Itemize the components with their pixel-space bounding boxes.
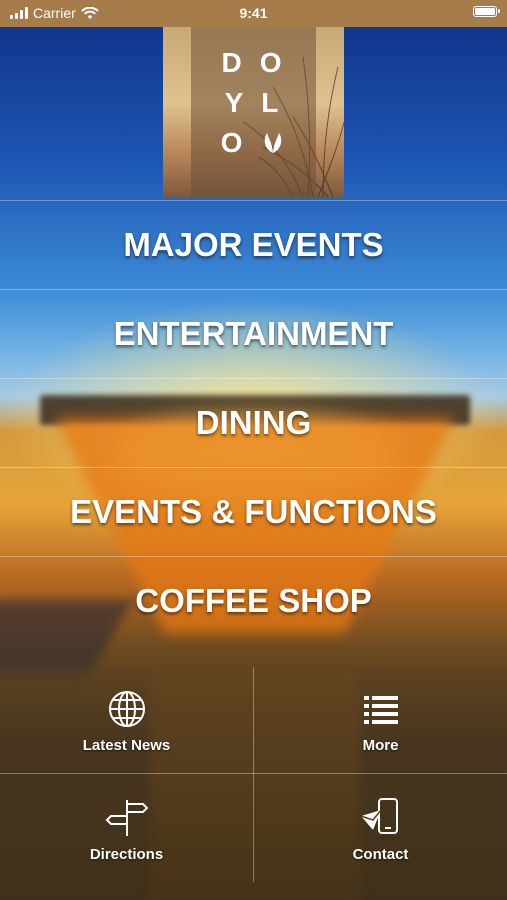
main-menu: MAJOR EVENTS ENTERTAINMENT DINING EVENTS… [0,200,507,645]
globe-icon [108,691,145,727]
tile-more[interactable]: More [254,667,507,773]
menu-item-dining[interactable]: DINING [0,378,507,467]
menu-item-coffee-shop[interactable]: COFFEE SHOP [0,556,507,645]
leaf-icon [265,133,282,153]
status-bar: Carrier 9:41 [0,0,507,27]
tile-label: Contact [352,846,409,863]
tile-label: More [362,737,399,754]
quick-links-grid: Latest News More Directions Contact [0,667,507,900]
menu-item-entertainment[interactable]: ENTERTAINMENT [0,289,507,378]
doylo-logo: DO YL O [163,27,344,197]
app-screen: Carrier 9:41 DO YL O MAJOR EVENTS ENTERT… [0,0,507,900]
menu-item-major-events[interactable]: MAJOR EVENTS [0,200,507,289]
tile-latest-news[interactable]: Latest News [0,667,253,773]
status-time: 9:41 [239,5,268,21]
list-icon [363,696,398,724]
signpost-icon [105,800,148,836]
tile-label: Latest News [82,737,171,754]
tile-contact[interactable]: Contact [254,774,507,880]
battery-fill [475,8,495,15]
tile-label: Directions [89,846,164,863]
menu-item-events-functions[interactable]: EVENTS & FUNCTIONS [0,467,507,556]
phone-contact-icon [360,798,398,834]
battery-icon [473,6,500,17]
tile-directions[interactable]: Directions [0,774,253,880]
logo-letters: DO YL O [220,47,286,158]
